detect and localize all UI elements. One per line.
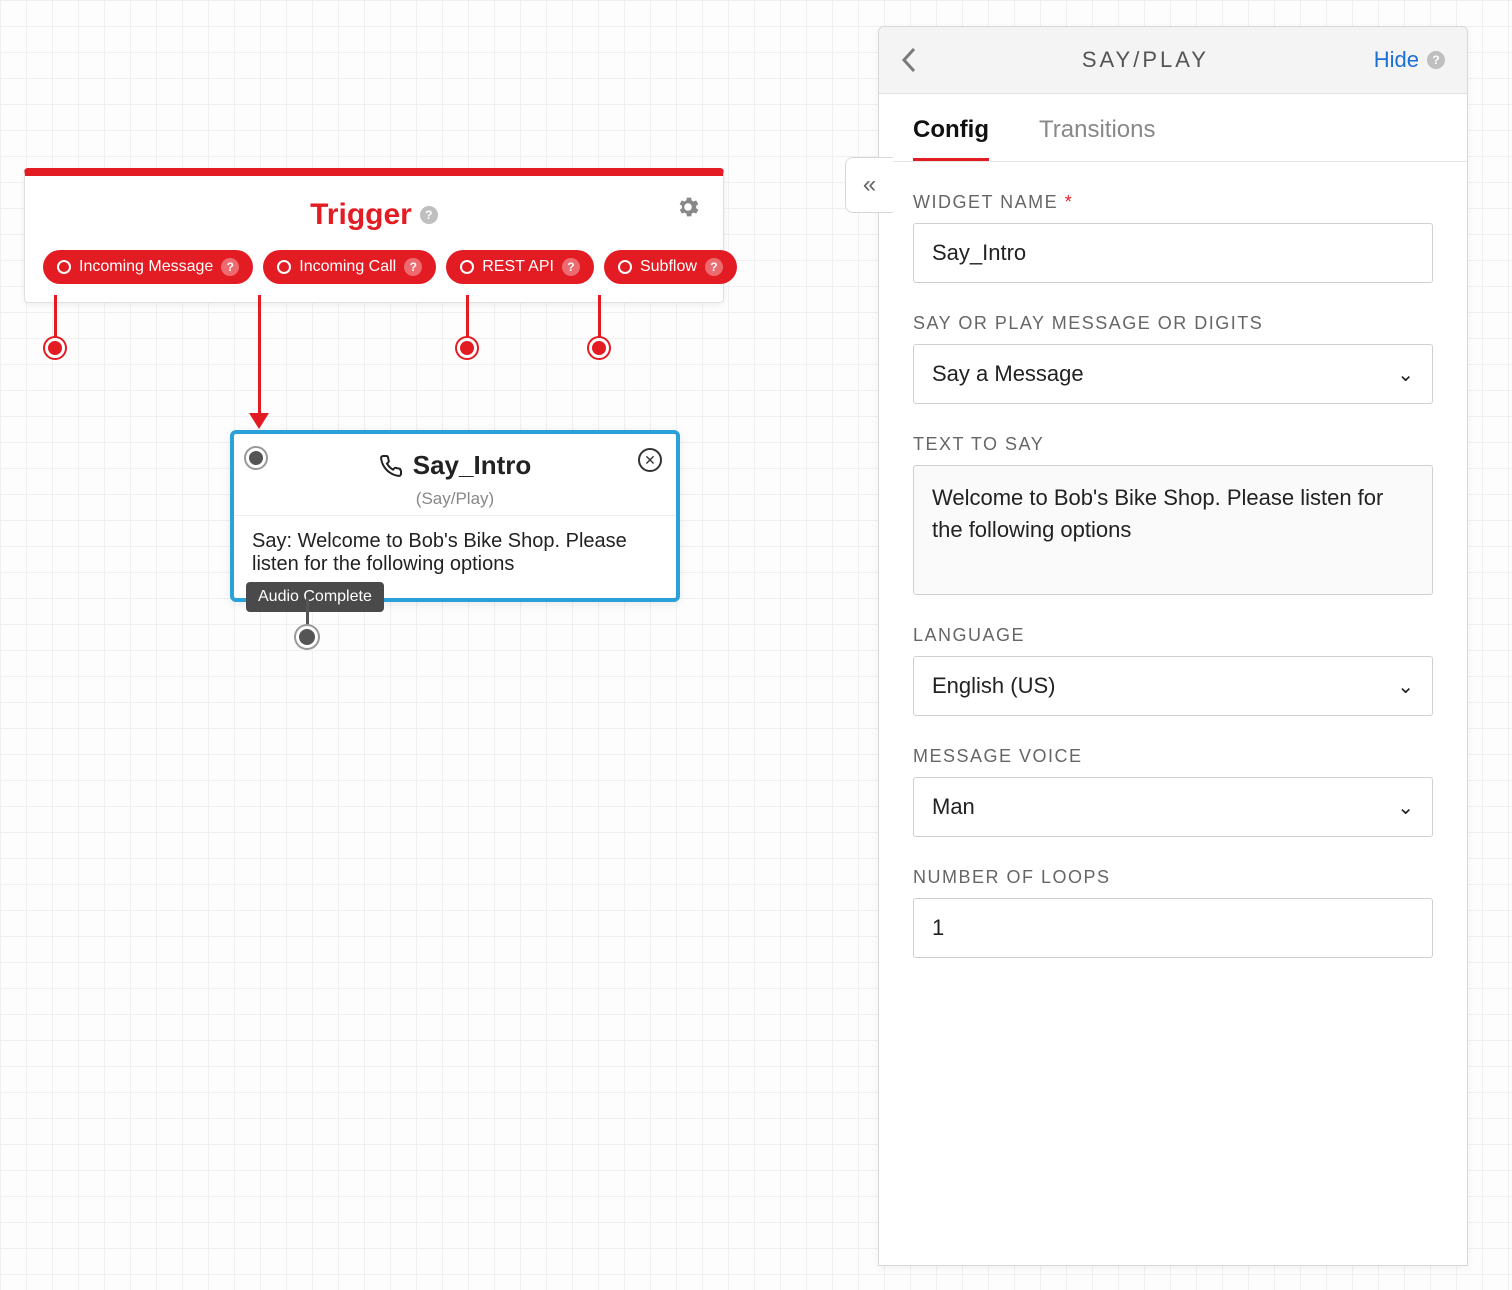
close-icon[interactable]: ✕ <box>638 448 662 472</box>
select-value: Say a Message <box>932 361 1084 387</box>
language-select[interactable]: English (US) ⌄ <box>913 656 1433 716</box>
connector-stub <box>598 295 601 340</box>
connector-arrow-icon <box>249 413 269 429</box>
tab-transitions[interactable]: Transitions <box>1039 116 1155 161</box>
event-label: Incoming Call <box>299 258 396 276</box>
mode-select[interactable]: Say a Message ⌄ <box>913 344 1433 404</box>
connector-stub <box>54 295 57 340</box>
chevron-down-icon: ⌄ <box>1397 362 1414 387</box>
endpoint-incoming-message[interactable] <box>45 338 65 358</box>
event-incoming-call[interactable]: Incoming Call ? <box>263 250 436 284</box>
hide-label: Hide <box>1374 47 1419 73</box>
voice-label: MESSAGE VOICE <box>913 746 1433 767</box>
trigger-title: Trigger ? <box>310 198 438 232</box>
event-label: Subflow <box>640 258 697 276</box>
chevron-left-icon <box>901 47 917 73</box>
back-button[interactable] <box>901 47 917 73</box>
trigger-title-text: Trigger <box>310 198 412 232</box>
help-icon[interactable]: ? <box>705 258 723 276</box>
loops-label: NUMBER OF LOOPS <box>913 867 1433 888</box>
loops-input[interactable] <box>913 898 1433 958</box>
panel-title: SAY/PLAY <box>1082 47 1209 73</box>
port-icon[interactable] <box>277 260 291 274</box>
panel-tabs: Config Transitions <box>879 94 1467 162</box>
widget-subtitle: (Say/Play) <box>246 489 664 509</box>
required-asterisk: * <box>1065 192 1074 212</box>
connector-stub <box>466 295 469 340</box>
text-to-say-label: TEXT TO SAY <box>913 434 1433 455</box>
voice-select[interactable]: Man ⌄ <box>913 777 1433 837</box>
config-form: WIDGET NAME * SAY OR PLAY MESSAGE OR DIG… <box>879 162 1467 988</box>
config-panel: « SAY/PLAY Hide ? Config Transitions WID… <box>878 26 1468 1266</box>
help-icon[interactable]: ? <box>420 206 438 224</box>
language-label: LANGUAGE <box>913 625 1433 646</box>
help-icon[interactable]: ? <box>1427 51 1445 69</box>
widget-title-text: Say_Intro <box>413 450 532 481</box>
port-icon[interactable] <box>618 260 632 274</box>
event-rest-api[interactable]: REST API ? <box>446 250 594 284</box>
gear-icon[interactable] <box>675 194 701 220</box>
event-label: Incoming Message <box>79 258 213 276</box>
phone-icon <box>379 454 403 478</box>
event-label: REST API <box>482 258 554 276</box>
widget-name-input[interactable] <box>913 223 1433 283</box>
chevron-double-left-icon: « <box>863 171 876 199</box>
mode-label: SAY OR PLAY MESSAGE OR DIGITS <box>913 313 1433 334</box>
help-icon[interactable]: ? <box>404 258 422 276</box>
endpoint-rest-api[interactable] <box>457 338 477 358</box>
help-icon[interactable]: ? <box>562 258 580 276</box>
widget-title: Say_Intro <box>379 450 532 481</box>
transition-audio-complete[interactable]: Audio Complete <box>246 582 384 612</box>
output-port[interactable] <box>296 626 318 648</box>
text-to-say-input[interactable]: Welcome to Bob's Bike Shop. Please liste… <box>913 465 1433 595</box>
port-icon[interactable] <box>57 260 71 274</box>
hide-panel-button[interactable]: Hide ? <box>1374 47 1445 73</box>
tab-config[interactable]: Config <box>913 116 989 161</box>
endpoint-subflow[interactable] <box>589 338 609 358</box>
trigger-events-row: Incoming Message ? Incoming Call ? REST … <box>25 250 723 302</box>
event-subflow[interactable]: Subflow ? <box>604 250 737 284</box>
select-value: Man <box>932 794 975 820</box>
select-value: English (US) <box>932 673 1055 699</box>
connector-stub <box>306 598 309 628</box>
help-icon[interactable]: ? <box>221 258 239 276</box>
event-incoming-message[interactable]: Incoming Message ? <box>43 250 253 284</box>
label-text: WIDGET NAME <box>913 192 1058 212</box>
port-icon[interactable] <box>460 260 474 274</box>
say-intro-widget[interactable]: Say_Intro (Say/Play) ✕ Say: Welcome to B… <box>230 430 680 602</box>
collapse-panel-button[interactable]: « <box>845 157 893 213</box>
flow-canvas[interactable]: Trigger ? Incoming Message ? Incoming Ca… <box>0 0 1512 1290</box>
chevron-down-icon: ⌄ <box>1397 795 1414 820</box>
trigger-widget[interactable]: Trigger ? Incoming Message ? Incoming Ca… <box>24 168 724 303</box>
widget-name-label: WIDGET NAME * <box>913 192 1433 213</box>
chevron-down-icon: ⌄ <box>1397 674 1414 699</box>
connector-line <box>258 295 261 415</box>
